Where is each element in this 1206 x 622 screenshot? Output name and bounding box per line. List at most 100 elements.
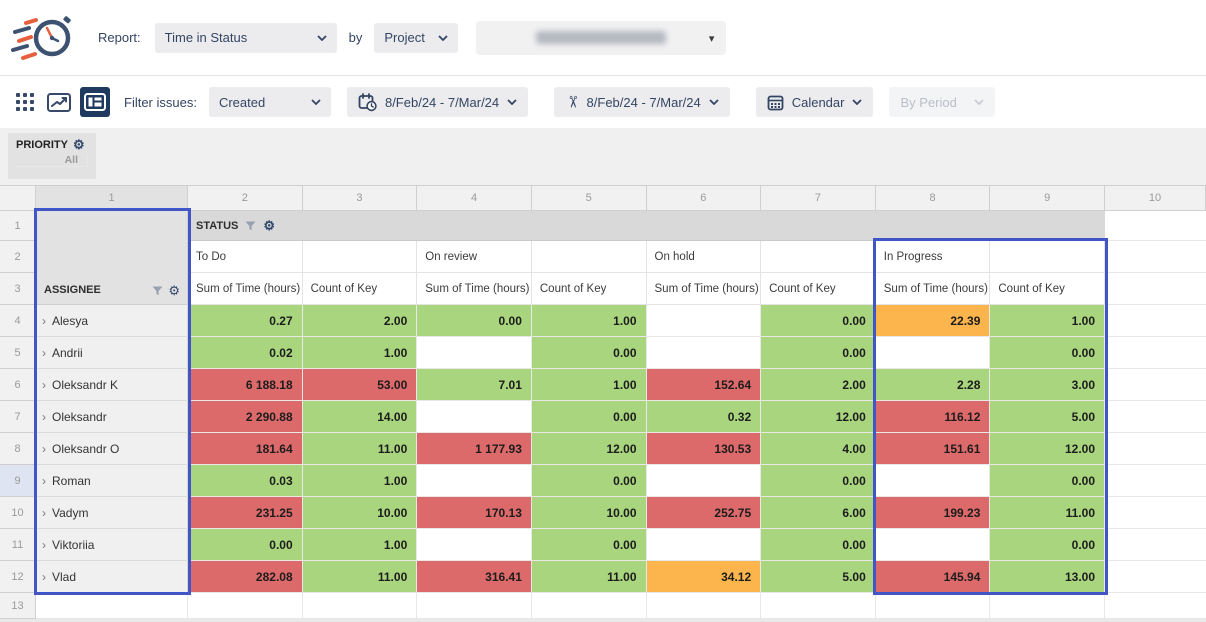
column-header-2[interactable]: 2 [188,186,303,211]
row-header-11[interactable]: 11 [0,529,36,561]
assignee-cell[interactable]: › Vlad [36,561,188,593]
empty-cell[interactable] [303,593,418,619]
value-cell[interactable]: 0.02 [188,337,303,369]
value-cell[interactable] [647,529,762,561]
column-header-1[interactable]: 1 [36,186,188,211]
assignee-cell[interactable]: › Alesya [36,305,188,337]
row-header-4[interactable]: 4 [0,305,36,337]
empty-cell[interactable] [1105,401,1206,433]
row-header-10[interactable]: 10 [0,497,36,529]
value-cell[interactable]: 12.00 [532,433,647,465]
value-cell[interactable]: 1 177.93 [417,433,532,465]
group-by-select[interactable]: Project [374,23,458,53]
value-cell[interactable]: 1.00 [303,529,418,561]
assignee-cell[interactable]: › Viktoriia [36,529,188,561]
expand-chevron-icon[interactable]: › [42,538,46,552]
empty-cell[interactable] [761,593,876,619]
empty-cell[interactable] [1105,241,1206,273]
expand-chevron-icon[interactable]: › [42,314,46,328]
empty-cell[interactable] [1105,305,1206,337]
value-cell[interactable]: 6.00 [761,497,876,529]
status-name-cell[interactable] [303,241,418,273]
value-cell[interactable]: 2 290.88 [188,401,303,433]
measure-header-cell[interactable]: Count of Key [761,273,876,305]
column-header-7[interactable]: 7 [761,186,876,211]
empty-cell[interactable] [1105,211,1206,241]
value-cell[interactable]: 2.00 [303,305,418,337]
filter-funnel-icon[interactable] [152,286,163,296]
value-cell[interactable]: 7.01 [417,369,532,401]
report-type-select[interactable]: Time in Status [155,23,337,53]
value-cell[interactable]: 282.08 [188,561,303,593]
measure-header-cell[interactable]: Count of Key [303,273,418,305]
row-header-1[interactable]: 1 [0,211,36,241]
value-cell[interactable]: 0.00 [990,529,1105,561]
value-cell[interactable]: 0.00 [417,305,532,337]
status-name-cell[interactable] [532,241,647,273]
column-header-6[interactable]: 6 [647,186,762,211]
value-cell[interactable]: 12.00 [990,433,1105,465]
row-header-9[interactable]: 9 [0,465,36,497]
value-cell[interactable]: 2.00 [761,369,876,401]
value-cell[interactable] [417,465,532,497]
value-cell[interactable]: 0.00 [990,465,1105,497]
chart-view-button[interactable] [46,89,72,115]
value-cell[interactable]: 14.00 [303,401,418,433]
trim-date-range-button[interactable]: ✂ 8/Feb/24 - 7/Mar/24 [554,87,730,117]
value-cell[interactable] [876,529,991,561]
value-cell[interactable]: 0.00 [532,401,647,433]
value-cell[interactable]: 1.00 [303,337,418,369]
value-cell[interactable]: 3.00 [990,369,1105,401]
empty-cell[interactable] [1105,369,1206,401]
row-header-12[interactable]: 12 [0,561,36,593]
value-cell[interactable]: 1.00 [532,369,647,401]
value-cell[interactable] [417,529,532,561]
column-header-9[interactable]: 9 [990,186,1105,211]
filter-funnel-icon[interactable] [245,221,256,231]
value-cell[interactable]: 0.00 [532,529,647,561]
corner-cell[interactable] [0,186,36,211]
expand-chevron-icon[interactable]: › [42,506,46,520]
assignee-cell[interactable]: › Vadym [36,497,188,529]
value-cell[interactable] [876,465,991,497]
value-cell[interactable]: 53.00 [303,369,418,401]
value-cell[interactable]: 231.25 [188,497,303,529]
expand-chevron-icon[interactable]: › [42,346,46,360]
column-header-10[interactable]: 10 [1105,186,1206,211]
value-cell[interactable]: 1.00 [303,465,418,497]
value-cell[interactable]: 1.00 [990,305,1105,337]
value-cell[interactable]: 199.23 [876,497,991,529]
empty-cell[interactable] [1105,433,1206,465]
gear-icon[interactable]: ⚙ [168,284,180,297]
value-cell[interactable]: 0.03 [188,465,303,497]
assignee-cell[interactable]: › Oleksandr O [36,433,188,465]
column-header-4[interactable]: 4 [417,186,532,211]
empty-cell[interactable] [1105,273,1206,305]
expand-chevron-icon[interactable]: › [42,410,46,424]
project-select[interactable]: ▾ [476,21,726,55]
empty-cell[interactable] [1105,593,1206,619]
row-header-6[interactable]: 6 [0,369,36,401]
empty-cell[interactable] [647,593,762,619]
value-cell[interactable]: 22.39 [876,305,991,337]
assignee-cell[interactable]: › Oleksandr K [36,369,188,401]
value-cell[interactable]: 13.00 [990,561,1105,593]
status-name-cell[interactable] [761,241,876,273]
measure-header-cell[interactable]: Sum of Time (hours) [876,273,991,305]
empty-cell[interactable] [990,593,1105,619]
expand-chevron-icon[interactable]: › [42,570,46,584]
value-cell[interactable]: 151.61 [876,433,991,465]
value-cell[interactable]: 316.41 [417,561,532,593]
measure-header-cell[interactable]: Sum of Time (hours) [417,273,532,305]
empty-cell[interactable] [188,593,303,619]
value-cell[interactable]: 2.28 [876,369,991,401]
value-cell[interactable]: 10.00 [303,497,418,529]
status-header-band[interactable]: STATUS⚙ [188,211,1105,241]
column-header-3[interactable]: 3 [303,186,418,211]
row-header-8[interactable]: 8 [0,433,36,465]
filter-field-select[interactable]: Created [209,87,331,117]
grid-view-button[interactable] [12,89,38,115]
empty-cell[interactable] [417,593,532,619]
measure-header-cell[interactable]: Sum of Time (hours) [188,273,303,305]
value-cell[interactable]: 116.12 [876,401,991,433]
